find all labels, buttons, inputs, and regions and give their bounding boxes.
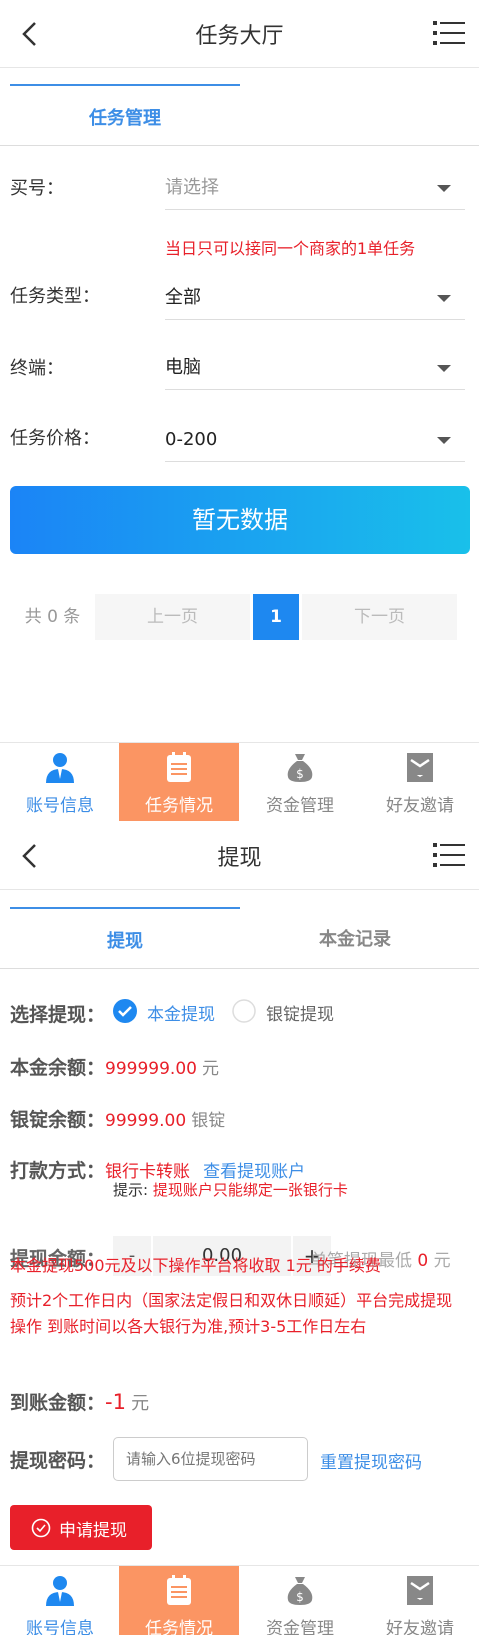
nav-label: 资金管理 (266, 796, 334, 816)
ingot-balance-row: 银锭余额：99999.00 银锭 (10, 1105, 225, 1132)
tab-bar: 任务管理 (0, 84, 479, 146)
reset-password-link[interactable]: 重置提现密码 (320, 1448, 422, 1473)
nav-task-status[interactable]: 任务情况 (119, 743, 239, 821)
principal-balance-unit: 元 (202, 1059, 220, 1079)
unchecked-circle-icon (232, 999, 256, 1023)
money-bag-icon: $ (287, 754, 313, 782)
withdraw-tab-bar: 提现 本金记录 (0, 907, 479, 969)
nav-label: 任务情况 (145, 1619, 213, 1635)
nav-label: 好友邀请 (386, 796, 454, 816)
arrival-amount-row: 到账金额：-1 元 (10, 1388, 149, 1415)
apply-withdraw-button[interactable]: 申请提现 (10, 1505, 152, 1550)
nav-label: 账号信息 (26, 796, 94, 816)
task-type-value: 全部 (165, 287, 201, 308)
caret-down-icon (437, 365, 451, 372)
clipboard-icon (167, 1575, 191, 1605)
clipboard-icon (167, 752, 191, 782)
task-type-select[interactable]: 全部 (165, 276, 465, 320)
bottom-nav: 账号信息 任务情况 $ 资金管理 好友邀请 (0, 742, 479, 821)
checked-circle-icon (113, 999, 137, 1023)
withdraw-password-label: 提现密码： (10, 1450, 106, 1472)
invite-mail-icon (407, 1576, 433, 1605)
hint-prefix: 提示: (113, 1181, 149, 1199)
header-withdraw: 提现 (0, 822, 479, 890)
task-type-label: 任务类型： (10, 286, 100, 307)
page-title: 提现 (217, 846, 262, 871)
radio-ingot-label: 银锭提现 (266, 1005, 334, 1025)
pagination: 共 0 条 上一页 1 下一页 (0, 594, 479, 640)
nav-friend-invite[interactable]: 好友邀请 (360, 1566, 479, 1635)
nav-account-info[interactable]: 账号信息 (0, 743, 120, 821)
price-label: 任务价格： (10, 428, 100, 449)
fee-notice: 本金提现500元及以下操作平台将收取 1元 的手续费 (10, 1256, 381, 1275)
prev-page-button[interactable]: 上一页 (95, 594, 250, 640)
page-title: 任务大厅 (195, 24, 284, 49)
min-withdraw-unit: 元 (433, 1251, 451, 1271)
payment-method-label: 打款方式： (10, 1160, 106, 1182)
user-icon (46, 753, 74, 783)
nav-task-status[interactable]: 任务情况 (119, 1566, 239, 1635)
money-bag-icon: $ (287, 1577, 313, 1605)
no-data-button[interactable]: 暂无数据 (10, 486, 470, 554)
nav-label: 任务情况 (145, 796, 213, 816)
principal-balance-label: 本金余额： (10, 1057, 106, 1079)
tab-task-management[interactable]: 任务管理 (10, 84, 240, 146)
caret-down-icon (437, 185, 451, 192)
nav-label: 账号信息 (26, 1619, 94, 1635)
menu-list-icon[interactable] (433, 840, 465, 870)
bottom-nav: 账号信息 任务情况 $ 资金管理 好友邀请 (0, 1565, 479, 1635)
terminal-value: 电脑 (165, 357, 201, 378)
nav-account-info[interactable]: 账号信息 (0, 1566, 120, 1635)
check-circle-icon (31, 1518, 51, 1538)
ingot-balance-unit: 银锭 (191, 1111, 226, 1131)
svg-text:$: $ (296, 767, 304, 781)
choose-withdraw-label: 选择提现： (10, 1004, 106, 1026)
invite-mail-icon (407, 753, 433, 782)
arrival-amount-unit: 元 (131, 1393, 150, 1414)
radio-principal[interactable]: 本金提现 (113, 999, 223, 1025)
apply-withdraw-label: 申请提现 (59, 1521, 127, 1541)
account-select[interactable]: 请选择 (165, 166, 465, 210)
hint-text: 提现账户只能绑定一张银行卡 (152, 1181, 348, 1199)
account-label: 买号： (10, 178, 64, 199)
caret-down-icon (437, 437, 451, 444)
nav-label: 好友邀请 (386, 1619, 454, 1635)
nav-friend-invite[interactable]: 好友邀请 (360, 743, 479, 821)
payment-hint: 提示: 提现账户只能绑定一张银行卡 (113, 1179, 348, 1200)
principal-balance-amount: 999999.00 (105, 1059, 197, 1079)
total-count: 共 0 条 (24, 607, 81, 627)
arrival-time-notice: 预计2个工作日内（国家法定假日和双休日顺延）平台完成提现操作 到账时间以各大银行… (10, 1291, 453, 1336)
arrival-amount-label: 到账金额： (10, 1392, 106, 1414)
caret-down-icon (437, 295, 451, 302)
price-select[interactable]: 0-200 (165, 418, 465, 462)
current-page-button[interactable]: 1 (253, 594, 299, 640)
radio-principal-label: 本金提现 (147, 1005, 215, 1025)
ingot-balance-amount: 99999.00 (105, 1111, 187, 1131)
min-withdraw-value: 0 (417, 1251, 429, 1271)
user-icon (46, 1576, 74, 1606)
arrival-amount-value: -1 (105, 1390, 126, 1414)
header: 任务大厅 (0, 0, 479, 68)
account-placeholder: 请选择 (165, 177, 219, 198)
radio-ingot[interactable]: 银锭提现 (232, 999, 342, 1025)
nav-label: 资金管理 (266, 1619, 334, 1635)
menu-list-icon[interactable] (433, 18, 465, 48)
withdraw-password-input[interactable] (113, 1437, 308, 1481)
nav-fund-management[interactable]: $ 资金管理 (240, 743, 360, 821)
terminal-select[interactable]: 电脑 (165, 346, 465, 390)
principal-balance-row: 本金余额：999999.00 元 (10, 1053, 219, 1080)
tab-principal-records[interactable]: 本金记录 (240, 907, 470, 969)
task-limit-notice: 当日只可以接同一个商家的1单任务 (165, 239, 416, 258)
next-page-button[interactable]: 下一页 (302, 594, 457, 640)
nav-fund-management[interactable]: $ 资金管理 (240, 1566, 360, 1635)
svg-text:$: $ (296, 1590, 304, 1604)
tab-withdraw[interactable]: 提现 (10, 907, 240, 969)
terminal-label: 终端： (10, 358, 64, 379)
price-value: 0-200 (165, 429, 218, 450)
ingot-balance-label: 银锭余额： (10, 1109, 106, 1131)
